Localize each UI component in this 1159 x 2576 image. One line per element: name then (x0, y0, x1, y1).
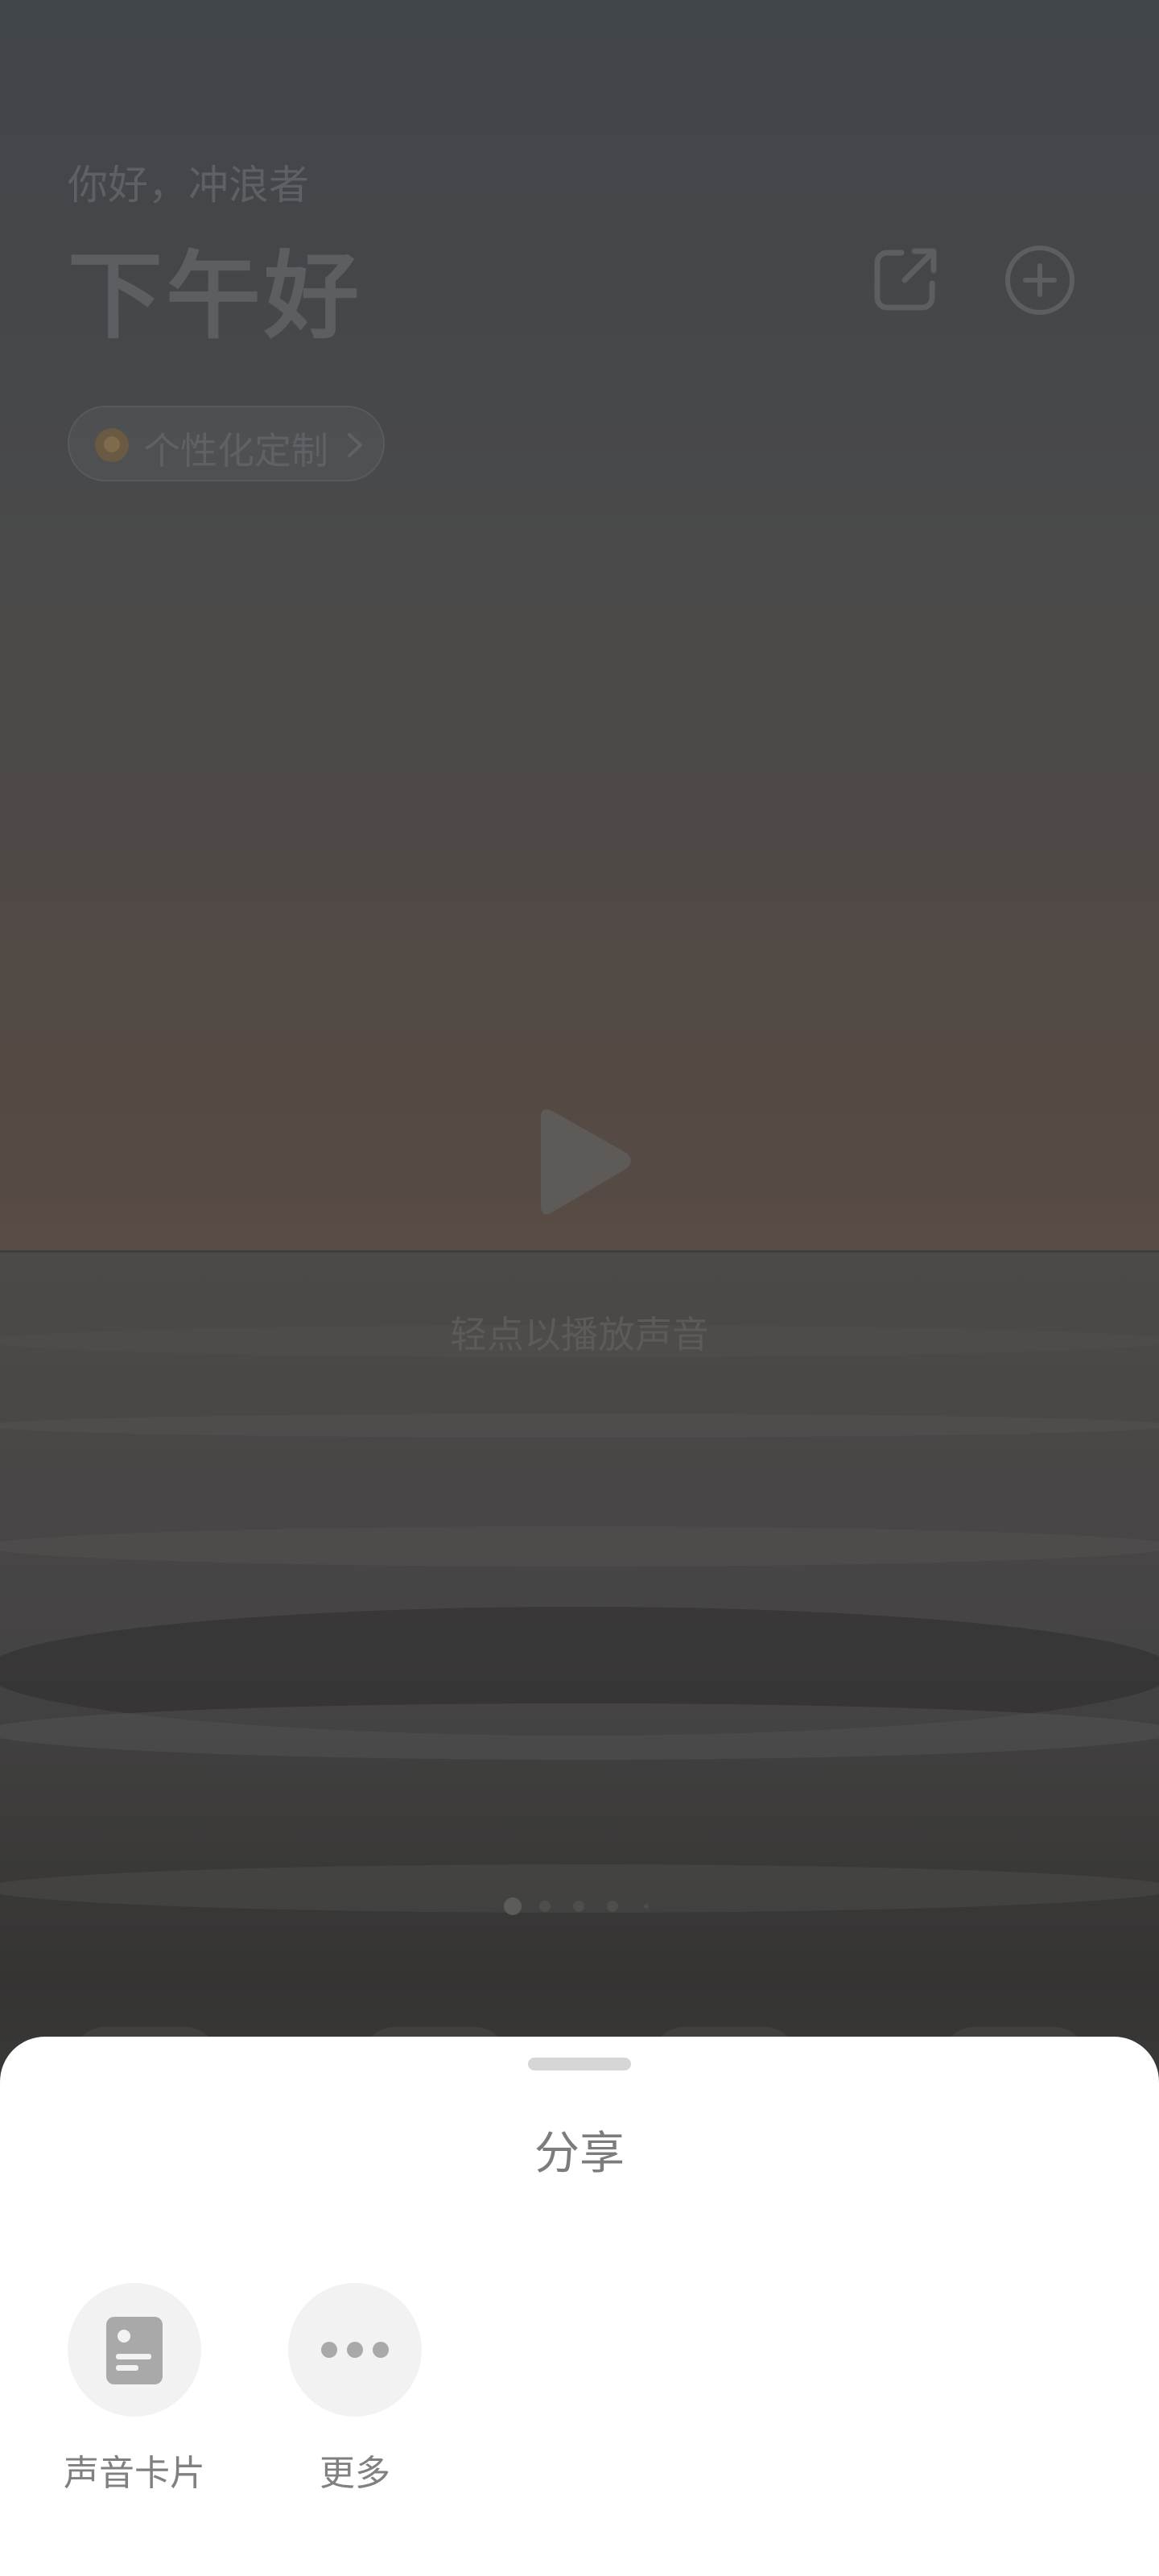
add-circle-icon[interactable] (1001, 242, 1079, 319)
app-screen: 你好，冲浪者 下午好 个性化定制 轻点以播放声音 分享 声音卡片 更多 (0, 0, 1159, 2576)
page-dot[interactable] (573, 1901, 584, 1912)
wave-foam (0, 1703, 1159, 1760)
wave-band (0, 1414, 1159, 1438)
page-dot[interactable] (539, 1901, 551, 1912)
share-option-label: 声音卡片 (64, 2453, 205, 2494)
page-dot[interactable] (607, 1901, 618, 1912)
play-icon[interactable] (523, 1103, 644, 1224)
sound-card-icon (106, 2317, 163, 2384)
option-circle[interactable] (68, 2283, 201, 2417)
play-hint: 轻点以播放声音 (450, 1313, 709, 1356)
share-option-label: 更多 (320, 2453, 390, 2494)
badge-icon (95, 428, 129, 462)
greeting-title: 下午好 (68, 241, 363, 352)
page-indicator[interactable] (499, 1897, 660, 1916)
greeting-subtitle: 你好，冲浪者 (68, 162, 309, 208)
share-option-sound-card[interactable]: 声音卡片 (55, 2283, 216, 2516)
share-icon[interactable] (866, 242, 943, 319)
share-option-more[interactable]: 更多 (275, 2283, 436, 2516)
page-dot-active[interactable] (504, 1897, 522, 1915)
sheet-title: 分享 (534, 2128, 625, 2180)
option-circle[interactable] (288, 2283, 422, 2417)
customize-chip-label: 个性化定制 (143, 429, 328, 473)
share-bottom-sheet: 分享 声音卡片 更多 (0, 2037, 1159, 2576)
chevron-right-icon (341, 430, 370, 460)
wave-band (0, 1526, 1159, 1567)
page-dot[interactable] (644, 1904, 649, 1909)
more-dots-icon (321, 2342, 389, 2358)
sheet-drag-handle[interactable] (528, 2058, 631, 2070)
customize-chip[interactable]: 个性化定制 (68, 406, 385, 481)
